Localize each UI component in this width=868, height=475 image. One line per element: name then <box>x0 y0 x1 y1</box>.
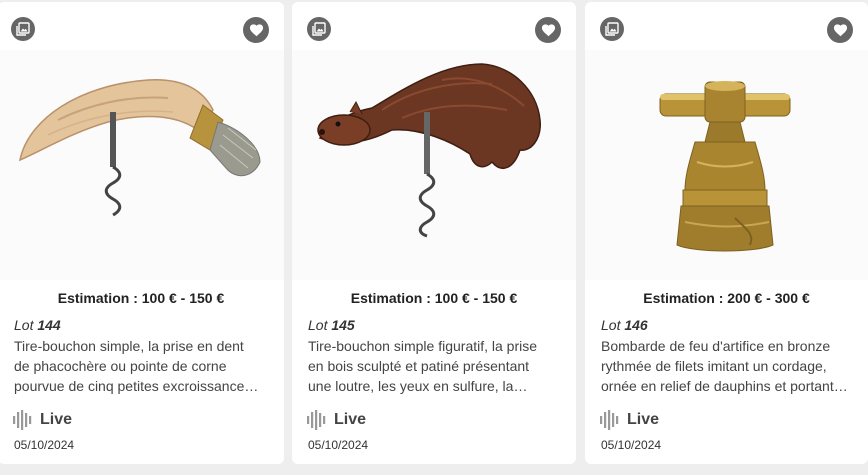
lot-number-value: 146 <box>624 317 648 333</box>
favorite-button[interactable] <box>827 17 853 43</box>
live-badge: Live <box>599 410 659 430</box>
heart-icon <box>833 24 847 37</box>
lot-prefix: Lot <box>308 317 328 333</box>
live-badge: Live <box>12 410 72 430</box>
favorite-button[interactable] <box>535 17 561 43</box>
live-label: Live <box>627 411 660 428</box>
lot-description[interactable]: Tire-bouchon simple, la prise en dent de… <box>14 336 270 396</box>
favorite-button[interactable] <box>243 17 269 43</box>
heart-icon <box>249 24 263 37</box>
lot-card[interactable]: Estimation : 100 € - 150 € Lot 145 Tire-… <box>292 2 576 464</box>
description-line: Tire-bouchon simple figuratif, la prise <box>308 338 538 354</box>
sale-date: 05/10/2024 <box>308 438 369 452</box>
sale-date: 05/10/2024 <box>601 438 662 452</box>
live-label: Live <box>40 411 73 428</box>
lot-prefix: Lot <box>14 317 34 333</box>
live-badge: Live <box>306 410 366 430</box>
lot-image[interactable] <box>292 50 576 280</box>
lot-card[interactable]: Estimation : 100 € - 150 € Lot 144 Tire-… <box>0 2 284 464</box>
photo-gallery-button[interactable] <box>11 17 35 41</box>
photo-icon <box>312 22 326 36</box>
lot-number-value: 144 <box>37 317 61 333</box>
lot-image[interactable] <box>0 50 284 280</box>
description-line: ornée en relief de dauphins et portant… <box>601 378 848 394</box>
lot-number: Lot 145 <box>308 317 355 333</box>
description-line: pourvue de cinq petites excroissance… <box>14 378 259 394</box>
lot-description[interactable]: Bombarde de feu d'artifice en bronze ryt… <box>601 336 854 396</box>
photo-gallery-button[interactable] <box>307 17 331 41</box>
estimation-text: Estimation : 100 € - 150 € <box>350 290 518 306</box>
lot-description[interactable]: Tire-bouchon simple figuratif, la prise … <box>308 336 562 396</box>
live-signal-icon <box>13 410 32 430</box>
photo-icon <box>16 22 30 36</box>
live-label: Live <box>334 411 367 428</box>
description-line: Bombarde de feu d'artifice en bronze <box>601 338 831 354</box>
lot-image[interactable] <box>585 50 868 280</box>
estimation-text: Estimation : 100 € - 150 € <box>57 290 225 306</box>
lot-grid: Estimation : 100 € - 150 € Lot 144 Tire-… <box>0 0 868 475</box>
lot-prefix: Lot <box>601 317 621 333</box>
lot-number: Lot 144 <box>14 317 61 333</box>
photo-gallery-button[interactable] <box>600 17 624 41</box>
heart-icon <box>541 24 555 37</box>
photo-icon <box>605 22 619 36</box>
description-line: une loutre, les yeux en sulfure, la… <box>308 378 528 394</box>
sale-date: 05/10/2024 <box>14 438 75 452</box>
live-signal-icon <box>600 410 619 430</box>
description-line: de phacochère ou pointe de corne <box>14 358 227 374</box>
description-line: rythmée de filets imitant un cordage, <box>601 358 827 374</box>
lot-number: Lot 146 <box>601 317 648 333</box>
description-line: Tire-bouchon simple, la prise en dent <box>14 338 244 354</box>
lot-card[interactable]: Estimation : 200 € - 300 € Lot 146 Bomba… <box>585 2 868 464</box>
description-line: en bois sculpté et patiné présentant <box>308 358 530 374</box>
lot-number-value: 145 <box>331 317 355 333</box>
live-signal-icon <box>307 410 326 430</box>
estimation-text: Estimation : 200 € - 300 € <box>643 290 810 306</box>
